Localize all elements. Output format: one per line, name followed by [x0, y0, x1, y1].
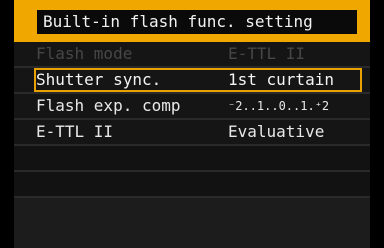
menu-list: Flash mode E-TTL II Shutter sync. 1st cu…: [14, 42, 370, 198]
title-bar: Built-in flash func. setting: [14, 0, 370, 42]
menu-item-value: Evaluative: [228, 122, 325, 141]
menu-item-shutter-sync[interactable]: Shutter sync. 1st curtain: [14, 68, 370, 94]
menu-item-ettl-ii[interactable]: E-TTL II Evaluative: [14, 120, 370, 146]
menu-screen: Built-in flash func. setting Flash mode …: [14, 0, 370, 248]
page-title: Built-in flash func. setting: [37, 10, 357, 34]
empty-row: [14, 172, 370, 198]
menu-item-label: Shutter sync.: [36, 70, 162, 89]
menu-item-flash-mode[interactable]: Flash mode E-TTL II: [14, 42, 370, 68]
exposure-comp-scale: ⁻2..1..0..1.⁺2: [228, 99, 330, 113]
menu-item-label: Flash exp. comp: [36, 96, 181, 115]
menu-item-label: Flash mode: [36, 44, 133, 63]
menu-item-label: E-TTL II: [36, 122, 114, 141]
menu-item-value: 1st curtain: [228, 70, 334, 89]
menu-item-flash-exp-comp[interactable]: Flash exp. comp ⁻2..1..0..1.⁺2: [14, 94, 370, 120]
menu-item-value: E-TTL II: [228, 44, 306, 63]
empty-row: [14, 146, 370, 172]
